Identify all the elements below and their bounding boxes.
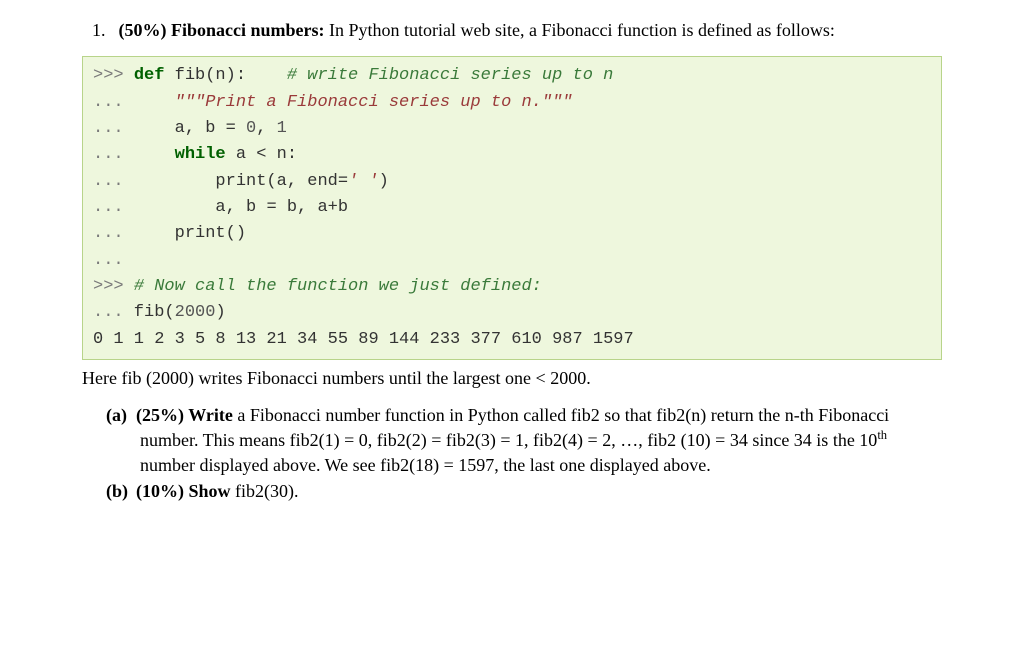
code-number: 0 <box>246 119 256 138</box>
code-op: = <box>266 198 276 217</box>
part-b: (b)(10%) Show fib2(30). <box>140 479 942 503</box>
code-prompt: ... <box>93 93 124 112</box>
question-title: Fibonacci numbers: <box>171 20 325 40</box>
code-prompt: >>> <box>93 66 134 85</box>
code-text: n: <box>266 145 297 164</box>
part-b-lead: Show <box>189 481 231 501</box>
code-block: >>> def fib(n): # write Fibonacci series… <box>82 56 942 360</box>
code-text: , <box>256 119 276 138</box>
code-prompt: ... <box>93 198 124 217</box>
code-string: ' ' <box>348 172 379 191</box>
part-b-label: (b) <box>106 479 136 503</box>
code-op: = <box>226 119 236 138</box>
code-text: a, b <box>124 198 267 217</box>
ordinal-sup: th <box>877 428 887 442</box>
code-text <box>236 119 246 138</box>
question-intro-text: In Python tutorial web site, a Fibonacci… <box>325 20 835 40</box>
code-number: 1 <box>277 119 287 138</box>
code-prompt: ... <box>93 303 124 322</box>
part-b-text: fib2(30). <box>231 481 299 501</box>
code-output: 0 1 1 2 3 5 8 13 21 34 55 89 144 233 377… <box>93 330 634 349</box>
code-prompt: ... <box>93 119 124 138</box>
code-text: fib( <box>124 303 175 322</box>
part-a-weight: (25%) <box>136 405 184 425</box>
question-weight: (50%) <box>119 20 167 40</box>
part-a-lead: Write <box>188 405 233 425</box>
code-text: b, a <box>277 198 328 217</box>
code-text: a, b <box>124 119 226 138</box>
part-a: (a)(25%) Write a Fibonacci number functi… <box>140 403 942 477</box>
part-a-text1: a Fibonacci number function in Python ca… <box>140 405 889 450</box>
code-text: print() <box>124 224 246 243</box>
after-code-text: Here fib (2000) writes Fibonacci numbers… <box>82 368 942 389</box>
code-prompt: ... <box>93 224 124 243</box>
part-a-text2: number displayed above. We see fib2(18) … <box>140 455 711 475</box>
code-prompt: ... <box>93 172 124 191</box>
code-comment: # write Fibonacci series up to n <box>287 66 613 85</box>
code-op: = <box>338 172 348 191</box>
code-prompt: >>> <box>93 277 134 296</box>
code-prompt: ... <box>93 145 124 164</box>
code-text: a <box>226 145 257 164</box>
code-text: print(a, end <box>124 172 338 191</box>
question-intro: 1. (50%) Fibonacci numbers: In Python tu… <box>118 18 942 42</box>
document-page: 1. (50%) Fibonacci numbers: In Python tu… <box>0 0 1024 666</box>
subparts: (a)(25%) Write a Fibonacci number functi… <box>140 403 942 503</box>
code-text: ) <box>379 172 389 191</box>
part-a-label: (a) <box>106 403 136 427</box>
code-keyword-def: def <box>134 66 165 85</box>
code-op: + <box>328 198 338 217</box>
code-comment: # Now call the function we just defined: <box>134 277 542 296</box>
code-keyword-while: while <box>124 145 226 164</box>
part-b-weight: (10%) <box>136 481 184 501</box>
code-number: 2000 <box>175 303 216 322</box>
code-op: < <box>256 145 266 164</box>
code-text: ) <box>215 303 225 322</box>
code-prompt: ... <box>93 251 124 270</box>
code-text: fib(n): <box>164 66 286 85</box>
code-text: b <box>338 198 348 217</box>
code-string: """Print a Fibonacci series up to n.""" <box>124 93 573 112</box>
question-number: 1. <box>92 18 114 42</box>
